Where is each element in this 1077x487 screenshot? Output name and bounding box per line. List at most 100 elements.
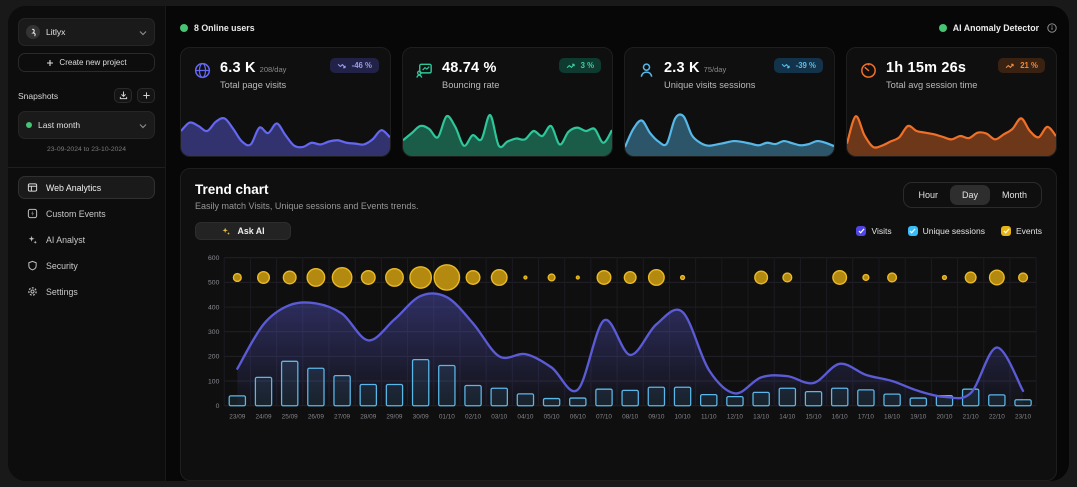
green-dot-icon <box>180 24 188 32</box>
sparkline-chart <box>403 104 612 156</box>
sidebar-item-security[interactable]: Security <box>18 254 155 277</box>
svg-text:28/09: 28/09 <box>360 413 376 420</box>
trend-badge: -39 % <box>774 58 823 73</box>
litlyx-logo-icon <box>26 25 40 39</box>
svg-text:13/10: 13/10 <box>753 413 769 420</box>
sidebar-item-ai-analyst[interactable]: AI Analyst <box>18 228 155 251</box>
svg-text:08/10: 08/10 <box>622 413 638 420</box>
trend-down-icon <box>337 62 348 70</box>
snapshot-period-select[interactable]: Last month <box>18 111 155 139</box>
svg-text:07/10: 07/10 <box>596 413 612 420</box>
sidebar-item-label: Settings <box>46 287 78 297</box>
snapshot-add-button[interactable] <box>137 88 155 103</box>
svg-text:29/09: 29/09 <box>386 413 402 420</box>
chart-legend: Visits Unique sessions Events <box>856 226 1042 236</box>
svg-text:20/10: 20/10 <box>936 413 952 420</box>
trend-chart-area: 010020030040050060023/0924/0925/0926/092… <box>195 248 1042 443</box>
svg-text:03/10: 03/10 <box>491 413 507 420</box>
svg-text:11/10: 11/10 <box>701 413 717 420</box>
stat-card-unique-visits: 2.3 K75/day Unique visits sessions -39 % <box>624 47 835 157</box>
top-bar: 8 Online users AI Anomaly Detector <box>180 19 1057 37</box>
info-icon[interactable] <box>1047 23 1057 33</box>
svg-text:18/10: 18/10 <box>884 413 900 420</box>
sidebar-item-label: Security <box>46 261 78 271</box>
create-new-project-label: Create new project <box>59 58 126 67</box>
divider <box>8 167 165 168</box>
svg-text:23/10: 23/10 <box>1015 413 1031 420</box>
svg-text:300: 300 <box>208 329 220 336</box>
stat-value: 48.74 % <box>442 60 497 76</box>
trend-up-icon <box>566 62 577 70</box>
legend-events-checkbox[interactable]: Events <box>1001 226 1042 236</box>
ai-anomaly-detector: AI Anomaly Detector <box>939 23 1057 33</box>
snapshots-label: Snapshots <box>18 91 109 101</box>
plus-icon <box>142 91 151 100</box>
legend-unique-sessions-checkbox[interactable]: Unique sessions <box>908 226 985 236</box>
svg-text:01/10: 01/10 <box>439 413 455 420</box>
snapshot-period-value: Last month <box>38 120 133 130</box>
sidebar-item-label: Custom Events <box>46 209 106 219</box>
stat-cards-row: 6.3 K208/day Total page visits -46 % 48.… <box>180 47 1057 157</box>
svg-text:15/10: 15/10 <box>805 413 821 420</box>
person-icon <box>637 61 656 80</box>
checkbox-checked-icon <box>856 226 866 236</box>
stat-rate: 75/day <box>704 65 727 74</box>
sidebar-item-web-analytics[interactable]: Web Analytics <box>18 176 155 199</box>
sidebar-item-label: AI Analyst <box>46 235 85 245</box>
trend-chart-card: Trend chart Easily match Visits, Unique … <box>180 168 1057 481</box>
sparkles-icon <box>221 226 231 236</box>
green-dot-icon <box>26 122 32 128</box>
stat-label: Bouncing rate <box>442 80 501 90</box>
svg-text:25/09: 25/09 <box>282 413 298 420</box>
checkbox-checked-icon <box>908 226 918 236</box>
ask-ai-button[interactable]: Ask AI <box>195 222 291 240</box>
plus-icon <box>46 59 54 67</box>
svg-text:21/10: 21/10 <box>963 413 979 420</box>
svg-text:27/09: 27/09 <box>334 413 350 420</box>
stat-card-avg-session-time: 1h 15m 26s Total avg session time 21 % <box>846 47 1057 157</box>
globe-icon <box>193 61 212 80</box>
tab-hour[interactable]: Hour <box>906 185 950 205</box>
tab-day[interactable]: Day <box>950 185 990 205</box>
svg-text:22/10: 22/10 <box>989 413 1005 420</box>
project-name: Litlyx <box>46 27 133 37</box>
svg-text:02/10: 02/10 <box>465 413 481 420</box>
trend-up-icon <box>1005 62 1016 70</box>
sidebar-item-settings[interactable]: Settings <box>18 280 155 303</box>
svg-text:500: 500 <box>208 280 220 287</box>
green-dot-icon <box>939 24 947 32</box>
create-new-project-button[interactable]: Create new project <box>18 53 155 72</box>
sparkles-icon <box>27 234 38 245</box>
trend-badge: 3 % <box>559 58 601 73</box>
snapshot-save-button[interactable] <box>114 88 132 103</box>
stat-card-total-page-visits: 6.3 K208/day Total page visits -46 % <box>180 47 391 157</box>
project-selector[interactable]: Litlyx <box>18 18 155 46</box>
svg-text:05/10: 05/10 <box>544 413 560 420</box>
browser-window-icon <box>27 182 38 193</box>
tab-month[interactable]: Month <box>990 185 1039 205</box>
presentation-icon <box>415 61 434 80</box>
online-users-label: 8 Online users <box>194 23 255 33</box>
time-range-toggle: Hour Day Month <box>903 182 1042 208</box>
stat-label: Unique visits sessions <box>664 80 755 90</box>
sidebar: Litlyx Create new project Snapshots Last… <box>8 6 166 481</box>
stat-card-bouncing-rate: 48.74 % Bouncing rate 3 % <box>402 47 613 157</box>
chevron-down-icon <box>139 23 147 41</box>
app-window: Litlyx Create new project Snapshots Last… <box>8 6 1069 481</box>
svg-text:30/09: 30/09 <box>413 413 429 420</box>
lightning-square-icon <box>27 208 38 219</box>
svg-text:100: 100 <box>208 378 220 385</box>
sidebar-item-custom-events[interactable]: Custom Events <box>18 202 155 225</box>
svg-text:19/10: 19/10 <box>910 413 926 420</box>
stat-value: 6.3 K <box>220 60 256 76</box>
timer-icon <box>859 61 878 80</box>
online-users-indicator: 8 Online users <box>180 23 255 33</box>
svg-text:23/09: 23/09 <box>229 413 245 420</box>
legend-visits-checkbox[interactable]: Visits <box>856 226 891 236</box>
svg-text:400: 400 <box>208 304 220 311</box>
main-content: 8 Online users AI Anomaly Detector 6.3 K… <box>166 6 1069 481</box>
svg-text:200: 200 <box>208 354 220 361</box>
sparkline-chart <box>625 104 834 156</box>
svg-text:06/10: 06/10 <box>570 413 586 420</box>
stat-label: Total avg session time <box>886 80 977 90</box>
